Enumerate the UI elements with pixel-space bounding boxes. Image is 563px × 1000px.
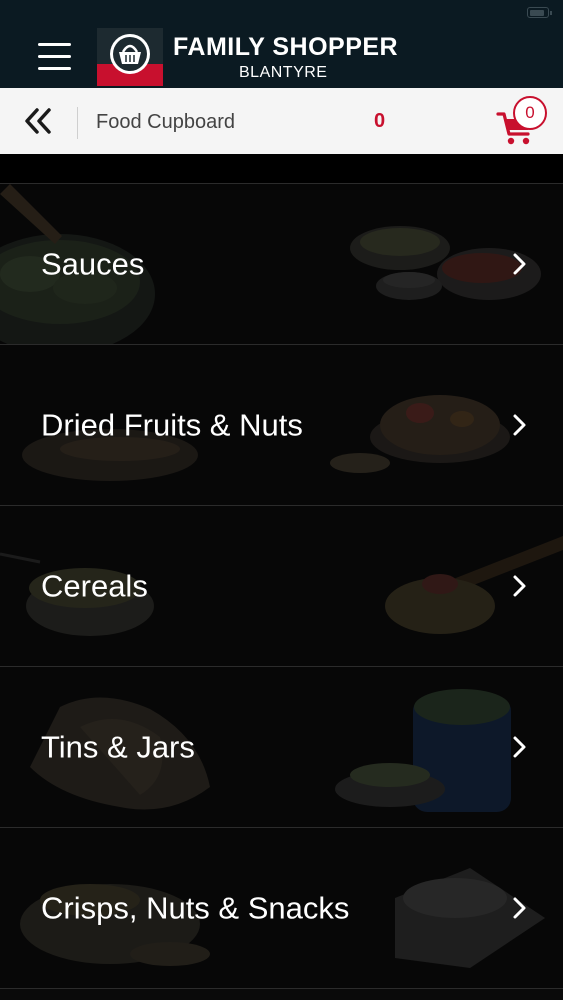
brand-logo [97, 26, 163, 86]
category-label: Crisps, Nuts & Snacks [41, 890, 350, 926]
category-row-crisps-nuts-snacks[interactable]: Crisps, Nuts & Snacks [0, 827, 563, 988]
header-divider [77, 107, 78, 139]
status-bar [0, 0, 563, 28]
list-spacer [0, 154, 563, 183]
chevron-right-icon [513, 575, 526, 597]
category-row-sauces[interactable]: Sauces [0, 183, 563, 344]
category-row-partial [0, 988, 563, 1000]
cart-count-badge: 0 [513, 96, 547, 130]
category-row-dried-fruits-nuts[interactable]: Dried Fruits & Nuts [0, 344, 563, 505]
cart-button[interactable]: 0 [494, 96, 554, 148]
back-button[interactable] [20, 104, 58, 138]
brand-name: FAMILY SHOPPER [173, 33, 399, 61]
brand: FAMILY SHOPPER BLANTYRE [97, 26, 407, 86]
cart-total: 0 [374, 110, 386, 132]
page-title: Food Cupboard [96, 111, 235, 133]
brand-location: BLANTYRE [239, 64, 328, 81]
category-list: Sauces Dried Fruits & Nuts Cereals Tins … [0, 154, 563, 1000]
battery-icon [527, 7, 552, 18]
category-label: Tins & Jars [41, 729, 195, 765]
app-screen: FAMILY SHOPPER BLANTYRE Food Cupboard 0 … [0, 0, 563, 1000]
category-label: Sauces [41, 246, 145, 282]
category-label: Cereals [41, 568, 148, 604]
category-row-cereals[interactable]: Cereals [0, 505, 563, 666]
chevron-right-icon [513, 414, 526, 436]
category-row-tins-jars[interactable]: Tins & Jars [0, 666, 563, 827]
sub-header: Food Cupboard 0 0 [0, 88, 563, 154]
chevron-right-icon [513, 897, 526, 919]
chevron-right-icon [513, 736, 526, 758]
basket-logo-icon [110, 34, 150, 74]
chevron-right-icon [513, 253, 526, 275]
category-label: Dried Fruits & Nuts [41, 407, 303, 443]
double-chevron-left-icon [25, 108, 51, 134]
menu-button[interactable] [30, 38, 78, 76]
